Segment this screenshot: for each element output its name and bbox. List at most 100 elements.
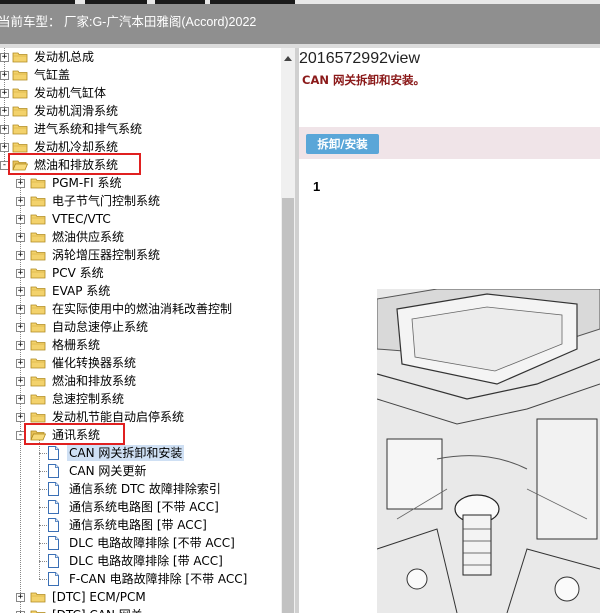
folder-closed-icon [30, 231, 46, 243]
tree-item-label[interactable]: 燃油供应系统 [50, 229, 126, 245]
expand-toggle-icon[interactable]: + [16, 413, 25, 422]
expand-toggle-icon[interactable]: + [0, 143, 9, 152]
expand-toggle-icon[interactable]: + [16, 395, 25, 404]
component-illustration [377, 289, 600, 613]
expand-toggle-icon[interactable]: + [0, 71, 9, 80]
expand-toggle-icon[interactable]: + [16, 215, 25, 224]
document-icon [48, 518, 59, 532]
tree-item-label[interactable]: CAN 网关拆卸和安装 [67, 445, 185, 461]
tree-item-label[interactable]: 怠速控制系统 [50, 391, 126, 407]
tree-item-label[interactable]: F-CAN 电路故障排除 [不带 ACC] [67, 571, 249, 587]
tree-item-label[interactable]: 电子节气门控制系统 [50, 193, 162, 209]
tree-item-label[interactable]: PGM-FI 系统 [50, 175, 123, 191]
folder-closed-icon [30, 375, 46, 387]
tree-item-label[interactable]: 发动机润滑系统 [32, 103, 120, 119]
expand-toggle-icon[interactable]: + [16, 179, 25, 188]
tree-item-label[interactable]: 催化转换器系统 [50, 355, 138, 371]
folder-closed-icon [30, 195, 46, 207]
folder-closed-icon [30, 249, 46, 261]
folder-closed-icon [30, 213, 46, 225]
expand-toggle-icon[interactable]: + [16, 269, 25, 278]
tree-item-label[interactable]: 进气系统和排气系统 [32, 121, 144, 137]
tree-item-label[interactable]: EVAP 系统 [50, 283, 112, 299]
expand-toggle-icon[interactable]: + [16, 197, 25, 206]
document-pane: 2016572992view CAN 网关拆卸和安装。 拆卸/安装 1 [299, 48, 600, 613]
expand-toggle-icon[interactable]: + [0, 89, 9, 98]
folder-closed-icon [30, 267, 46, 279]
tree-item-label[interactable]: DLC 电路故障排除 [带 ACC] [67, 553, 225, 569]
tree-item-label[interactable]: 格栅系统 [50, 337, 102, 353]
folder-closed-icon [30, 609, 46, 613]
tree-item-label[interactable]: 自动怠速停止系统 [50, 319, 150, 335]
tree-guide-line [39, 507, 47, 508]
tree-guide-line [39, 489, 47, 490]
folder-closed-icon [30, 591, 46, 603]
folder-closed-icon [12, 141, 28, 153]
tree-item-label[interactable]: DLC 电路故障排除 [不带 ACC] [67, 535, 237, 551]
expand-toggle-icon[interactable]: + [16, 341, 25, 350]
folder-closed-icon [30, 321, 46, 333]
document-icon [48, 536, 59, 550]
tree-item-label[interactable]: 气缸盖 [32, 67, 72, 83]
tree-scrollbar[interactable] [281, 48, 295, 613]
document-subtitle: CAN 网关拆卸和安装。 [302, 73, 425, 87]
expand-toggle-icon[interactable]: + [16, 593, 25, 602]
expand-toggle-icon[interactable]: + [16, 377, 25, 386]
folder-closed-icon [30, 303, 46, 315]
expand-toggle-icon[interactable]: + [16, 305, 25, 314]
tree-guide-line [39, 525, 47, 526]
document-icon [48, 554, 59, 568]
folder-closed-icon [12, 105, 28, 117]
scrollbar-thumb[interactable] [282, 198, 294, 613]
folder-closed-icon [30, 177, 46, 189]
step-number: 1 [313, 179, 321, 194]
tree-guide-line [39, 439, 40, 579]
current-vehicle-title: 当前车型： 厂家:G-广汽本田雅阁(Accord)2022 [0, 15, 257, 29]
folder-closed-icon [30, 393, 46, 405]
document-icon [48, 500, 59, 514]
tree-item-label[interactable]: 通信系统电路图 [带 ACC] [67, 517, 209, 533]
folder-closed-icon [12, 51, 28, 63]
tree-guide-line [39, 579, 47, 580]
tree-item-label[interactable]: 在实际使用中的燃油消耗改善控制 [50, 301, 234, 317]
tree-item-label[interactable]: [DTC] ECM/PCM [50, 589, 148, 605]
tree-item-label[interactable]: 发动机气缸体 [32, 85, 108, 101]
tree-item-label[interactable]: 燃油和排放系统 [50, 373, 138, 389]
tree-guide-line [39, 561, 47, 562]
expand-toggle-icon[interactable]: + [0, 125, 9, 134]
expand-toggle-icon[interactable]: + [16, 287, 25, 296]
folder-closed-icon [12, 87, 28, 99]
vehicle-header-bar: 当前车型： 厂家:G-广汽本田雅阁(Accord)2022 [0, 4, 600, 44]
tree-item-label[interactable]: VTEC/VTC [50, 211, 113, 227]
expand-toggle-icon[interactable]: + [16, 251, 25, 260]
folder-closed-icon [12, 69, 28, 81]
folder-closed-icon [30, 357, 46, 369]
navigation-tree: + 发动机总成 + 气缸盖 + 发动机气缸体 + 发动机润滑系统 + 进气系统和排气系统 + 发动机冷… [0, 48, 281, 613]
document-icon [48, 482, 59, 496]
tree-item-label[interactable]: CAN 网关更新 [67, 463, 148, 479]
tree-guide-line [39, 453, 47, 454]
highlight-annotation-box [24, 423, 125, 445]
document-id: 2016572992view [299, 50, 420, 67]
tree-item-label[interactable]: 通信系统 DTC 故障排除索引 [67, 481, 223, 497]
tree-item-label[interactable]: 通信系统电路图 [不带 ACC] [67, 499, 221, 515]
document-icon [48, 446, 59, 460]
folder-closed-icon [12, 123, 28, 135]
folder-closed-icon [30, 339, 46, 351]
expand-toggle-icon[interactable]: + [16, 359, 25, 368]
tree-guide-line [39, 471, 47, 472]
expand-toggle-icon[interactable]: + [16, 233, 25, 242]
tab-removal-installation[interactable]: 拆卸/安装 [306, 134, 379, 154]
expand-toggle-icon[interactable]: + [0, 53, 9, 62]
tree-item-label[interactable]: PCV 系统 [50, 265, 106, 281]
document-icon [48, 572, 59, 586]
expand-toggle-icon[interactable]: + [0, 107, 9, 116]
tree-item-label[interactable]: [DTC] CAN 网关 [50, 607, 145, 613]
expand-toggle-icon[interactable]: + [16, 323, 25, 332]
scroll-up-arrow-icon[interactable] [284, 56, 292, 61]
folder-closed-icon [30, 285, 46, 297]
tree-guide-line [39, 543, 47, 544]
tree-item-label[interactable]: 涡轮增压器控制系统 [50, 247, 162, 263]
tree-item-label[interactable]: 发动机总成 [32, 49, 96, 65]
highlight-annotation-box [8, 153, 141, 175]
